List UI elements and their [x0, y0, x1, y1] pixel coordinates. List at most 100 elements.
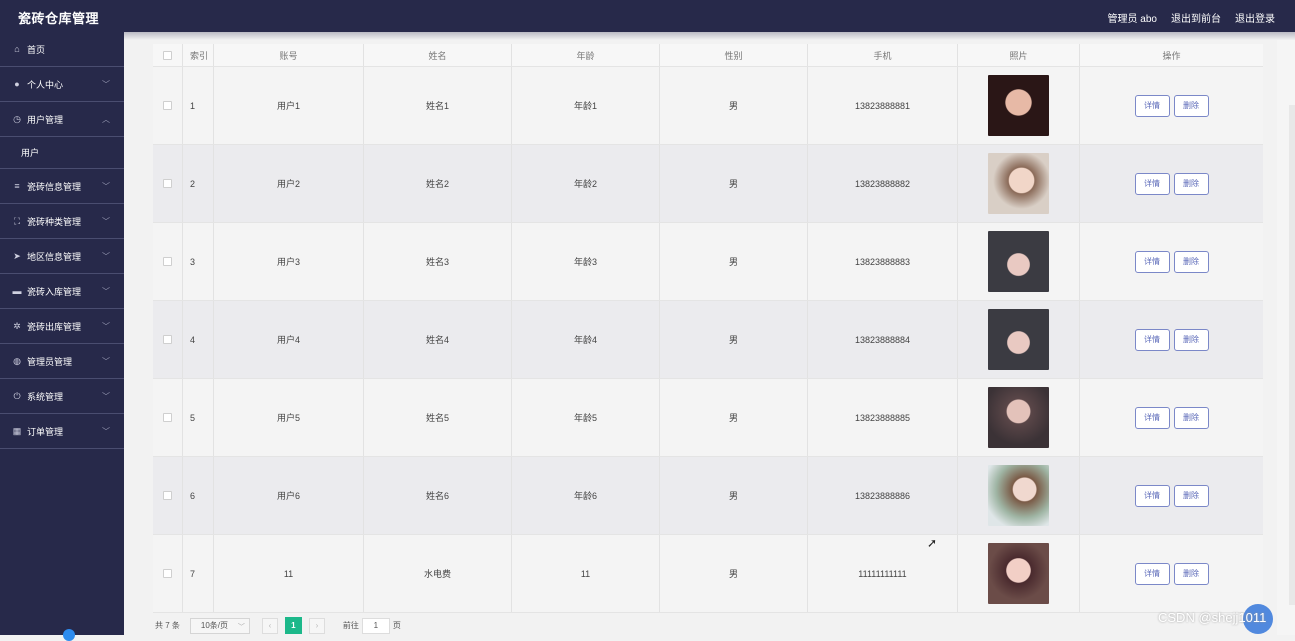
- frame-icon: ⛶: [13, 215, 21, 226]
- sidebar-item-orders[interactable]: ▦ 订单管理 ﹀: [0, 414, 124, 449]
- col-header-account[interactable]: 账号: [214, 44, 364, 66]
- user-table: 索引 账号 姓名 年龄 性别 手机 照片 操作 1 用户1 姓名1 年龄1 男 …: [153, 44, 1263, 613]
- chevron-down-icon: ﹀: [102, 427, 110, 436]
- cell-age: 年龄1: [512, 67, 660, 144]
- user-photo: [988, 465, 1049, 526]
- chevron-down-icon: ﹀: [102, 252, 110, 261]
- delete-button[interactable]: 删除: [1173, 562, 1209, 585]
- detail-button[interactable]: 详情: [1134, 484, 1170, 507]
- user-photo: [988, 75, 1049, 136]
- user-photo: [988, 153, 1049, 214]
- list-icon: ≡: [14, 181, 20, 191]
- sidebar-item-label: 管理员管理: [27, 356, 73, 367]
- row-checkbox[interactable]: [163, 101, 172, 110]
- cell-age: 年龄5: [512, 379, 660, 456]
- detail-button[interactable]: 详情: [1134, 172, 1170, 195]
- cell-gender: 男: [660, 223, 808, 300]
- cell-phone: 13823888883: [808, 223, 958, 300]
- sidebar-item-region[interactable]: ➤ 地区信息管理 ﹀: [0, 239, 124, 274]
- sidebar-item-label: 首页: [27, 44, 46, 55]
- cell-phone: 13823888886: [808, 457, 958, 534]
- table-row: 2 用户2 姓名2 年龄2 男 13823888882 详情 删除: [153, 145, 1263, 223]
- sidebar-item-tile-type[interactable]: ⛶ 瓷砖种类管理 ﹀: [0, 204, 124, 239]
- chevron-down-icon: ﹀: [102, 322, 110, 331]
- sidebar-item-tile-info[interactable]: ≡ 瓷砖信息管理 ﹀: [0, 169, 124, 204]
- cell-phone: 13823888881: [808, 67, 958, 144]
- gear-icon: ✲: [13, 320, 21, 331]
- detail-button[interactable]: 详情: [1134, 250, 1170, 273]
- sidebar-item-stock-in[interactable]: ▬ 瓷砖入库管理 ﹀: [0, 274, 124, 309]
- delete-button[interactable]: 删除: [1173, 484, 1209, 507]
- sidebar-item-label: 用户管理: [27, 114, 64, 125]
- delete-button[interactable]: 删除: [1173, 172, 1209, 195]
- front-link[interactable]: 退出到前台: [1171, 10, 1221, 25]
- watermark: CSDN @shejj1011: [1158, 610, 1267, 625]
- sidebar: ⌂ 首页 ● 个人中心 ﹀ ◷ 用户管理 ︿ 用户 ≡ 瓷砖信息管理 ﹀ ⛶ 瓷砖种类管理 ﹀ ➤…: [0, 32, 124, 641]
- clock-icon: ◷: [13, 113, 21, 124]
- current-page[interactable]: 1: [284, 617, 302, 634]
- col-header-photo[interactable]: 照片: [958, 44, 1080, 66]
- row-checkbox[interactable]: [163, 179, 172, 188]
- delete-button[interactable]: 删除: [1173, 406, 1209, 429]
- col-header-index[interactable]: 索引: [183, 44, 214, 66]
- row-checkbox[interactable]: [163, 413, 172, 422]
- row-checkbox[interactable]: [163, 257, 172, 266]
- power-icon: ⏻: [13, 390, 21, 401]
- sidebar-item-home[interactable]: ⌂ 首页: [0, 32, 124, 67]
- sidebar-item-system[interactable]: ⏻ 系统管理 ﹀: [0, 379, 124, 414]
- user-photo: [988, 309, 1049, 370]
- col-header-phone[interactable]: 手机: [808, 44, 958, 66]
- detail-button[interactable]: 详情: [1134, 406, 1170, 429]
- sidebar-subitem-user[interactable]: 用户: [0, 137, 124, 169]
- logout-link[interactable]: 退出登录: [1235, 10, 1275, 25]
- home-icon: ⌂: [14, 44, 20, 54]
- cell-age: 年龄3: [512, 223, 660, 300]
- goto-page-input[interactable]: 1: [361, 617, 390, 634]
- delete-button[interactable]: 删除: [1173, 94, 1209, 117]
- cell-index: 3: [183, 223, 214, 300]
- detail-button[interactable]: 详情: [1134, 94, 1170, 117]
- row-checkbox[interactable]: [163, 335, 172, 344]
- table-row: 7 11 水电费 11 男 11111111111 详情 删除: [153, 535, 1263, 613]
- col-header-name[interactable]: 姓名: [364, 44, 512, 66]
- cell-index: 5: [183, 379, 214, 456]
- delete-button[interactable]: 删除: [1173, 328, 1209, 351]
- cell-account: 用户1: [214, 67, 364, 144]
- detail-button[interactable]: 详情: [1134, 562, 1170, 585]
- table-row: 3 用户3 姓名3 年龄3 男 13823888883 详情 删除: [153, 223, 1263, 301]
- chevron-down-icon: ﹀: [102, 287, 110, 296]
- sidebar-item-label: 瓷砖信息管理: [27, 181, 82, 192]
- page-size-select[interactable]: 10条/页 ﹀: [189, 617, 250, 634]
- cell-gender: 男: [660, 145, 808, 222]
- col-header-age[interactable]: 年龄: [512, 44, 660, 66]
- row-checkbox[interactable]: [163, 569, 172, 578]
- cell-name: 姓名3: [364, 223, 512, 300]
- chevron-down-icon: ﹀: [102, 182, 110, 191]
- top-bar: 瓷砖仓库管理 管理员 abo 退出到前台 退出登录: [0, 0, 1295, 32]
- cell-gender: 男: [660, 535, 808, 612]
- cell-index: 6: [183, 457, 214, 534]
- cell-account: 用户6: [214, 457, 364, 534]
- sidebar-item-label: 瓷砖入库管理: [27, 286, 82, 297]
- select-all-checkbox[interactable]: [163, 50, 172, 60]
- row-checkbox[interactable]: [163, 491, 172, 500]
- sidebar-item-personal[interactable]: ● 个人中心 ﹀: [0, 67, 124, 102]
- next-page-button[interactable]: ›: [308, 617, 325, 634]
- sidebar-item-label: 瓷砖种类管理: [27, 216, 82, 227]
- delete-button[interactable]: 删除: [1173, 250, 1209, 273]
- sidebar-item-label: 瓷砖出库管理: [27, 321, 82, 332]
- admin-label: 管理员 abo: [1107, 14, 1157, 25]
- table-row: 4 用户4 姓名4 年龄4 男 13823888884 详情 删除: [153, 301, 1263, 379]
- detail-button[interactable]: 详情: [1134, 328, 1170, 351]
- col-header-actions[interactable]: 操作: [1080, 44, 1263, 66]
- prev-page-button[interactable]: ‹: [261, 617, 278, 634]
- sidebar-item-stock-out[interactable]: ✲ 瓷砖出库管理 ﹀: [0, 309, 124, 344]
- mouse-cursor-icon: ➚: [927, 536, 938, 550]
- sidebar-item-users[interactable]: ◷ 用户管理 ︿: [0, 102, 124, 137]
- cell-age: 年龄6: [512, 457, 660, 534]
- cell-name: 姓名6: [364, 457, 512, 534]
- sidebar-item-label: 系统管理: [27, 391, 64, 402]
- col-header-gender[interactable]: 性别: [660, 44, 808, 66]
- sidebar-item-admin[interactable]: ◍ 管理员管理 ﹀: [0, 344, 124, 379]
- scrollbar-thumb[interactable]: [1289, 105, 1295, 605]
